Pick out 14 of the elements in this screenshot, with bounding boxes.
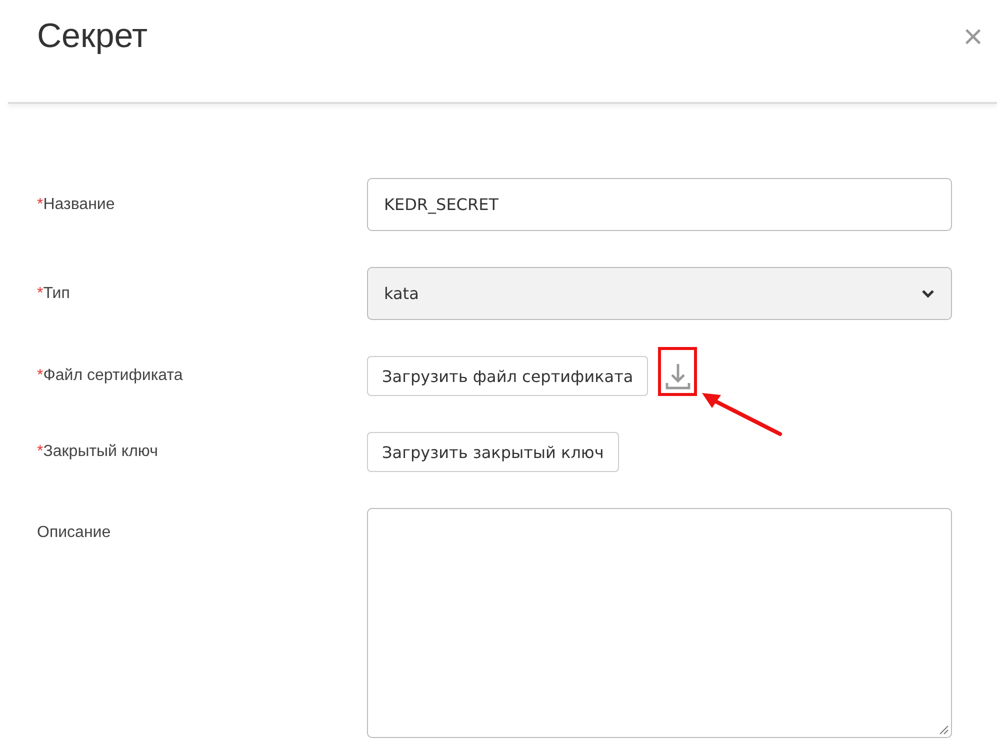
type-dropdown[interactable]: kata <box>367 267 952 320</box>
dialog-title: Секрет <box>37 17 148 56</box>
upload-button[interactable]: Загрузить закрытый ключ <box>367 432 619 472</box>
field-label: *Название <box>37 196 116 214</box>
field-label: Описание <box>37 523 112 542</box>
name-field[interactable]: KEDR_SECRET <box>367 178 952 231</box>
upload-button[interactable]: Загрузить файл сертификата <box>367 356 648 396</box>
download-icon[interactable] <box>664 361 692 391</box>
description-field[interactable] <box>367 508 952 738</box>
field-label: *Тип <box>37 284 71 302</box>
resize-handle-icon[interactable] <box>939 725 949 735</box>
field-label: *Закрытый ключ <box>37 443 159 461</box>
field-label: *Файл сертификата <box>37 367 184 385</box>
chevron-down-icon <box>921 288 935 298</box>
